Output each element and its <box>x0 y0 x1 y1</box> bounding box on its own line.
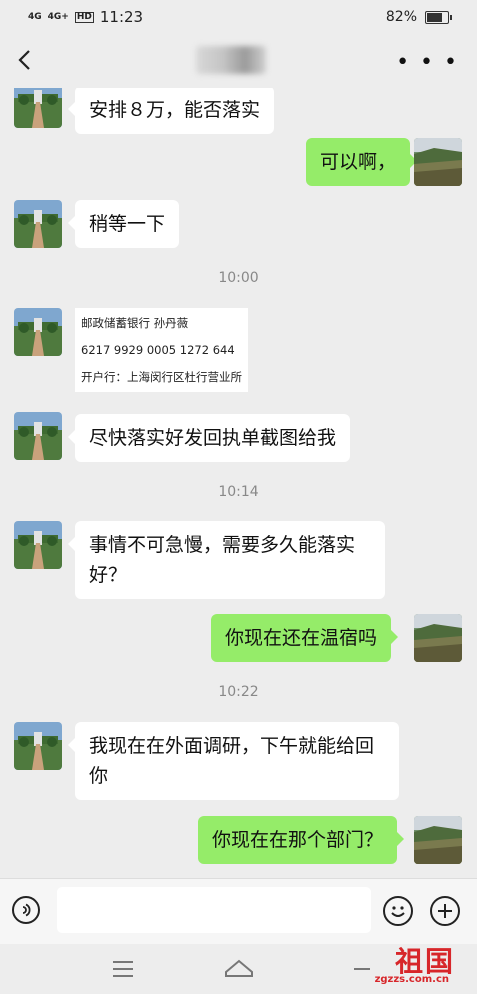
contact-avatar[interactable] <box>14 308 62 356</box>
contact-avatar[interactable] <box>14 200 62 248</box>
emoji-icon[interactable] <box>383 896 413 926</box>
self-avatar[interactable] <box>414 138 462 186</box>
message-bubble-incoming[interactable]: 我现在在外面调研，下午就能给回你 <box>68 722 399 800</box>
message-bubble-outgoing[interactable]: 你现在在那个部门？ <box>198 816 405 864</box>
account-number-line: 6217 9929 0005 1272 644 <box>81 343 235 357</box>
timestamp: 10:14 <box>218 484 259 500</box>
status-time: 11:23 <box>99 8 144 26</box>
bank-name-line: 邮政储蓄银行 孙丹薇 <box>81 316 189 330</box>
home-icon[interactable] <box>224 958 254 978</box>
contact-avatar[interactable] <box>14 722 62 770</box>
input-bar <box>0 878 477 945</box>
voice-icon[interactable] <box>12 896 40 924</box>
timestamp: 10:00 <box>218 270 259 286</box>
signal-4g: 4G <box>28 11 42 22</box>
message-bubble-incoming[interactable]: 尽快落实好发回执单截图给我 <box>67 414 351 462</box>
chat-header: • • • <box>0 34 477 88</box>
watermark-site: zgzzs.com.cn <box>374 974 449 985</box>
contact-avatar[interactable] <box>14 521 62 569</box>
branch-line: 开户行：上海闵行区杜行营业所 <box>81 370 242 384</box>
contact-name-blurred <box>196 46 266 74</box>
message-input[interactable] <box>57 887 371 933</box>
timestamp: 10:22 <box>218 684 259 700</box>
contact-avatar[interactable] <box>14 412 62 460</box>
message-bubble-outgoing[interactable]: 可以啊， <box>306 138 418 186</box>
chevron-left-icon[interactable] <box>14 48 38 72</box>
message-bubble-incoming[interactable]: 稍等一下 <box>67 200 180 248</box>
watermark-logo: 祖国 zgzzs.com.cn <box>367 940 457 990</box>
self-avatar[interactable] <box>414 614 462 662</box>
status-bar: 4G 4G+ HD 11:23 82% <box>0 0 477 34</box>
message-bubble-incoming[interactable]: 事情不可急慢，需要多久能落实好？ <box>68 521 385 599</box>
battery-percent: 82% <box>385 9 417 25</box>
battery-icon <box>425 10 452 24</box>
plus-icon[interactable] <box>430 896 460 926</box>
more-dots-icon[interactable]: • • • <box>396 52 459 74</box>
bank-info-image[interactable]: 邮政储蓄银行 孙丹薇 6217 9929 0005 1272 644 开户行：上… <box>75 308 248 392</box>
message-bubble-outgoing[interactable]: 你现在还在温宿吗 <box>211 614 399 662</box>
self-avatar[interactable] <box>414 816 462 864</box>
menu-icon[interactable] <box>112 960 134 978</box>
message-list[interactable]: 安排８万，能否落实 可以啊， 稍等一下 10:00 邮政储蓄银行 孙丹薇 621… <box>0 88 477 878</box>
hd-icon: HD <box>74 11 94 23</box>
signal-4g-plus: 4G+ <box>47 11 69 22</box>
message-bubble-incoming[interactable]: 安排８万，能否落实 <box>67 88 275 134</box>
contact-avatar[interactable] <box>14 88 62 128</box>
